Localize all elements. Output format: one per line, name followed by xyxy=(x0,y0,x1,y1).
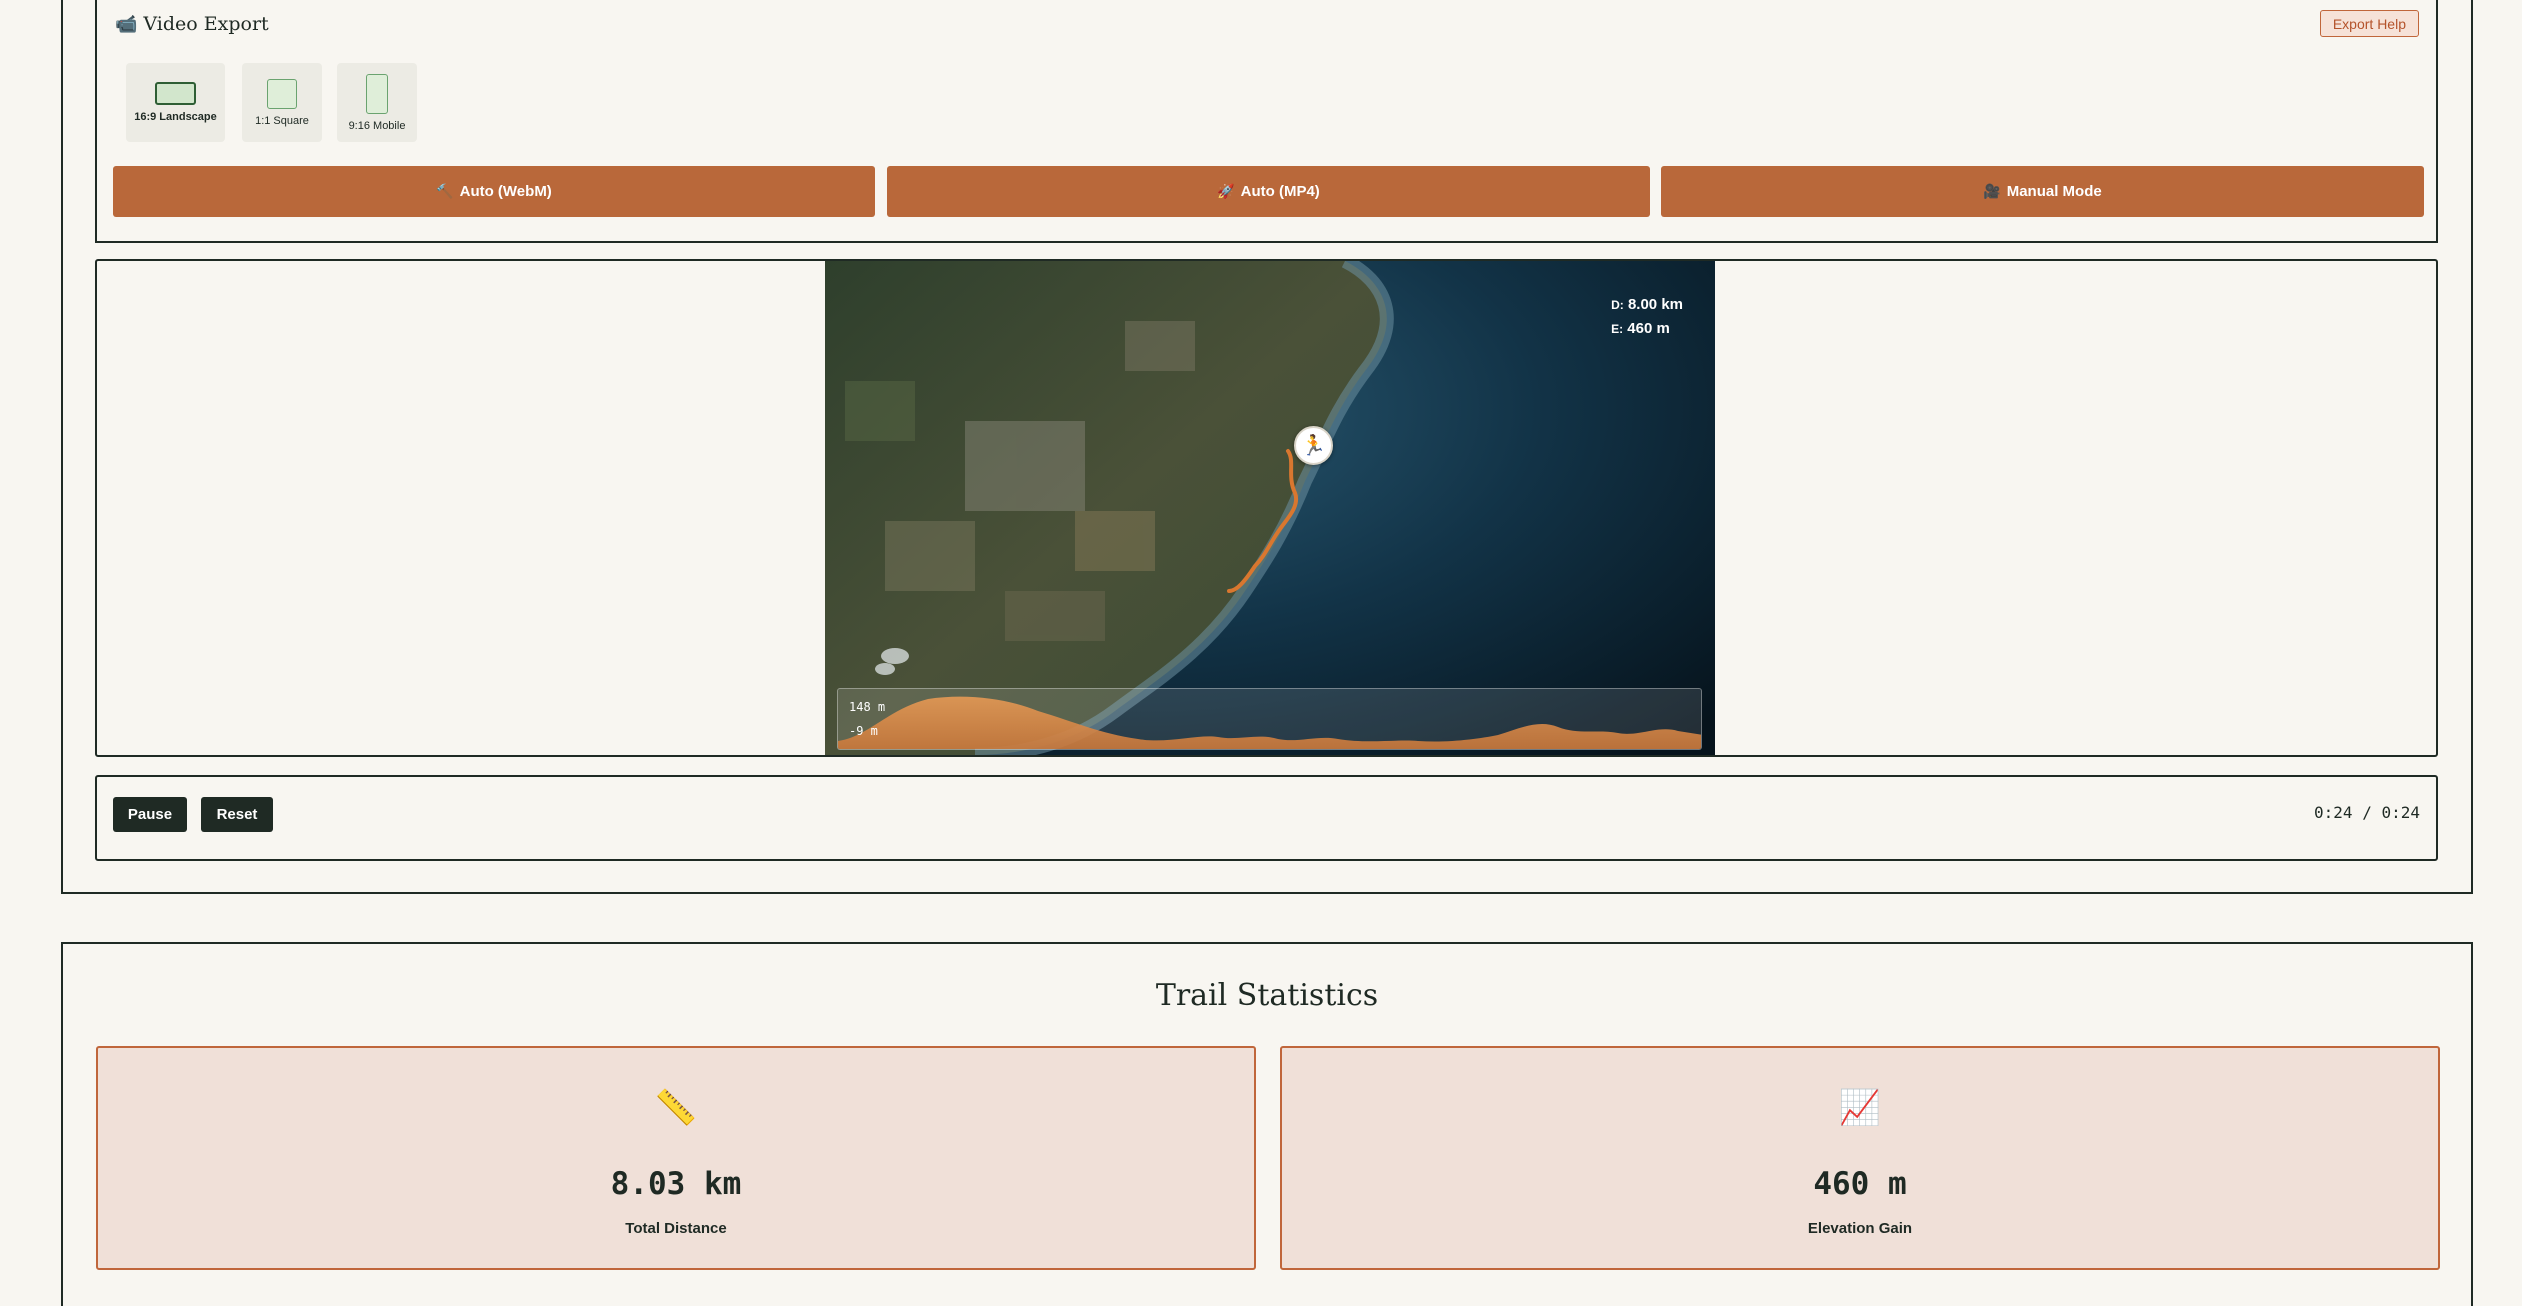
video-export-panel: 📹 Video Export Export Help 16:9 Landscap… xyxy=(95,0,2438,243)
format-landscape-option[interactable]: 16:9 Landscape xyxy=(126,63,225,142)
total-distance-card: 📏 8.03 km Total Distance xyxy=(96,1046,1256,1270)
format-label: 1:1 Square xyxy=(255,114,309,127)
playback-time: 0:24 / 0:24 xyxy=(2314,803,2420,822)
hammer-icon: 🔨 xyxy=(436,183,454,199)
video-camera-icon: 📹 xyxy=(115,13,138,35)
portrait-frame-icon xyxy=(366,73,388,114)
format-label: 9:16 Mobile xyxy=(348,119,406,132)
square-frame-icon xyxy=(267,78,297,109)
auto-mp4-label: Auto (MP4) xyxy=(1240,183,1320,200)
video-export-heading: 📹 Video Export xyxy=(115,13,269,35)
elevation-profile xyxy=(837,688,1702,750)
distance-readout: D: 8.00 km xyxy=(1611,296,1683,313)
chart-up-icon: 📈 xyxy=(1838,1089,1882,1127)
export-help-button[interactable]: Export Help xyxy=(2319,10,2419,37)
format-mobile-option[interactable]: 9:16 Mobile xyxy=(337,63,417,142)
manual-mode-button[interactable]: 🎥 Manual Mode xyxy=(1661,166,2424,217)
elevation-profile-chart xyxy=(838,696,1701,749)
trail-statistics-panel: Trail Statistics 📏 8.03 km Total Distanc… xyxy=(61,942,2473,1306)
auto-webm-label: Auto (WebM) xyxy=(459,183,552,200)
auto-mp4-button[interactable]: 🚀 Auto (MP4) xyxy=(887,166,1650,217)
satellite-map[interactable]: D: 8.00 km E: 460 m 🏃 148 m -9 m xyxy=(825,261,1715,755)
playback-controls: Pause Reset 0:24 / 0:24 xyxy=(95,775,2438,861)
landscape-frame-icon xyxy=(155,82,196,105)
elevation-min-label: -9 m xyxy=(849,724,878,738)
reset-button[interactable]: Reset xyxy=(201,797,273,832)
elevation-gain-card: 📈 460 m Elevation Gain xyxy=(1280,1046,2440,1270)
runner-icon: 🏃 xyxy=(1294,426,1333,465)
elevation-gain-label: Elevation Gain xyxy=(1807,1220,1913,1237)
total-distance-value: 8.03 km xyxy=(610,1166,742,1202)
map-stats-overlay: D: 8.00 km E: 460 m xyxy=(1611,293,1683,341)
camera-icon: 🎥 xyxy=(1983,183,2001,199)
map-terrain xyxy=(825,261,1715,755)
trail-statistics-title: Trail Statistics xyxy=(1155,978,1379,1013)
rocket-icon: 🚀 xyxy=(1217,183,1235,199)
total-distance-label: Total Distance xyxy=(625,1220,727,1237)
elevation-readout: E: 460 m xyxy=(1611,320,1670,337)
format-label: 16:9 Landscape xyxy=(134,111,217,123)
map-preview-frame: D: 8.00 km E: 460 m 🏃 148 m -9 m xyxy=(95,259,2438,757)
video-export-title: Video Export xyxy=(143,13,269,35)
elevation-max-label: 148 m xyxy=(849,700,886,714)
auto-webm-button[interactable]: 🔨 Auto (WebM) xyxy=(113,166,875,217)
elevation-gain-value: 460 m xyxy=(1813,1166,1907,1202)
ruler-icon: 📏 xyxy=(654,1089,698,1127)
pause-button[interactable]: Pause xyxy=(113,797,187,832)
format-square-option[interactable]: 1:1 Square xyxy=(242,63,322,142)
manual-mode-label: Manual Mode xyxy=(2006,183,2102,200)
